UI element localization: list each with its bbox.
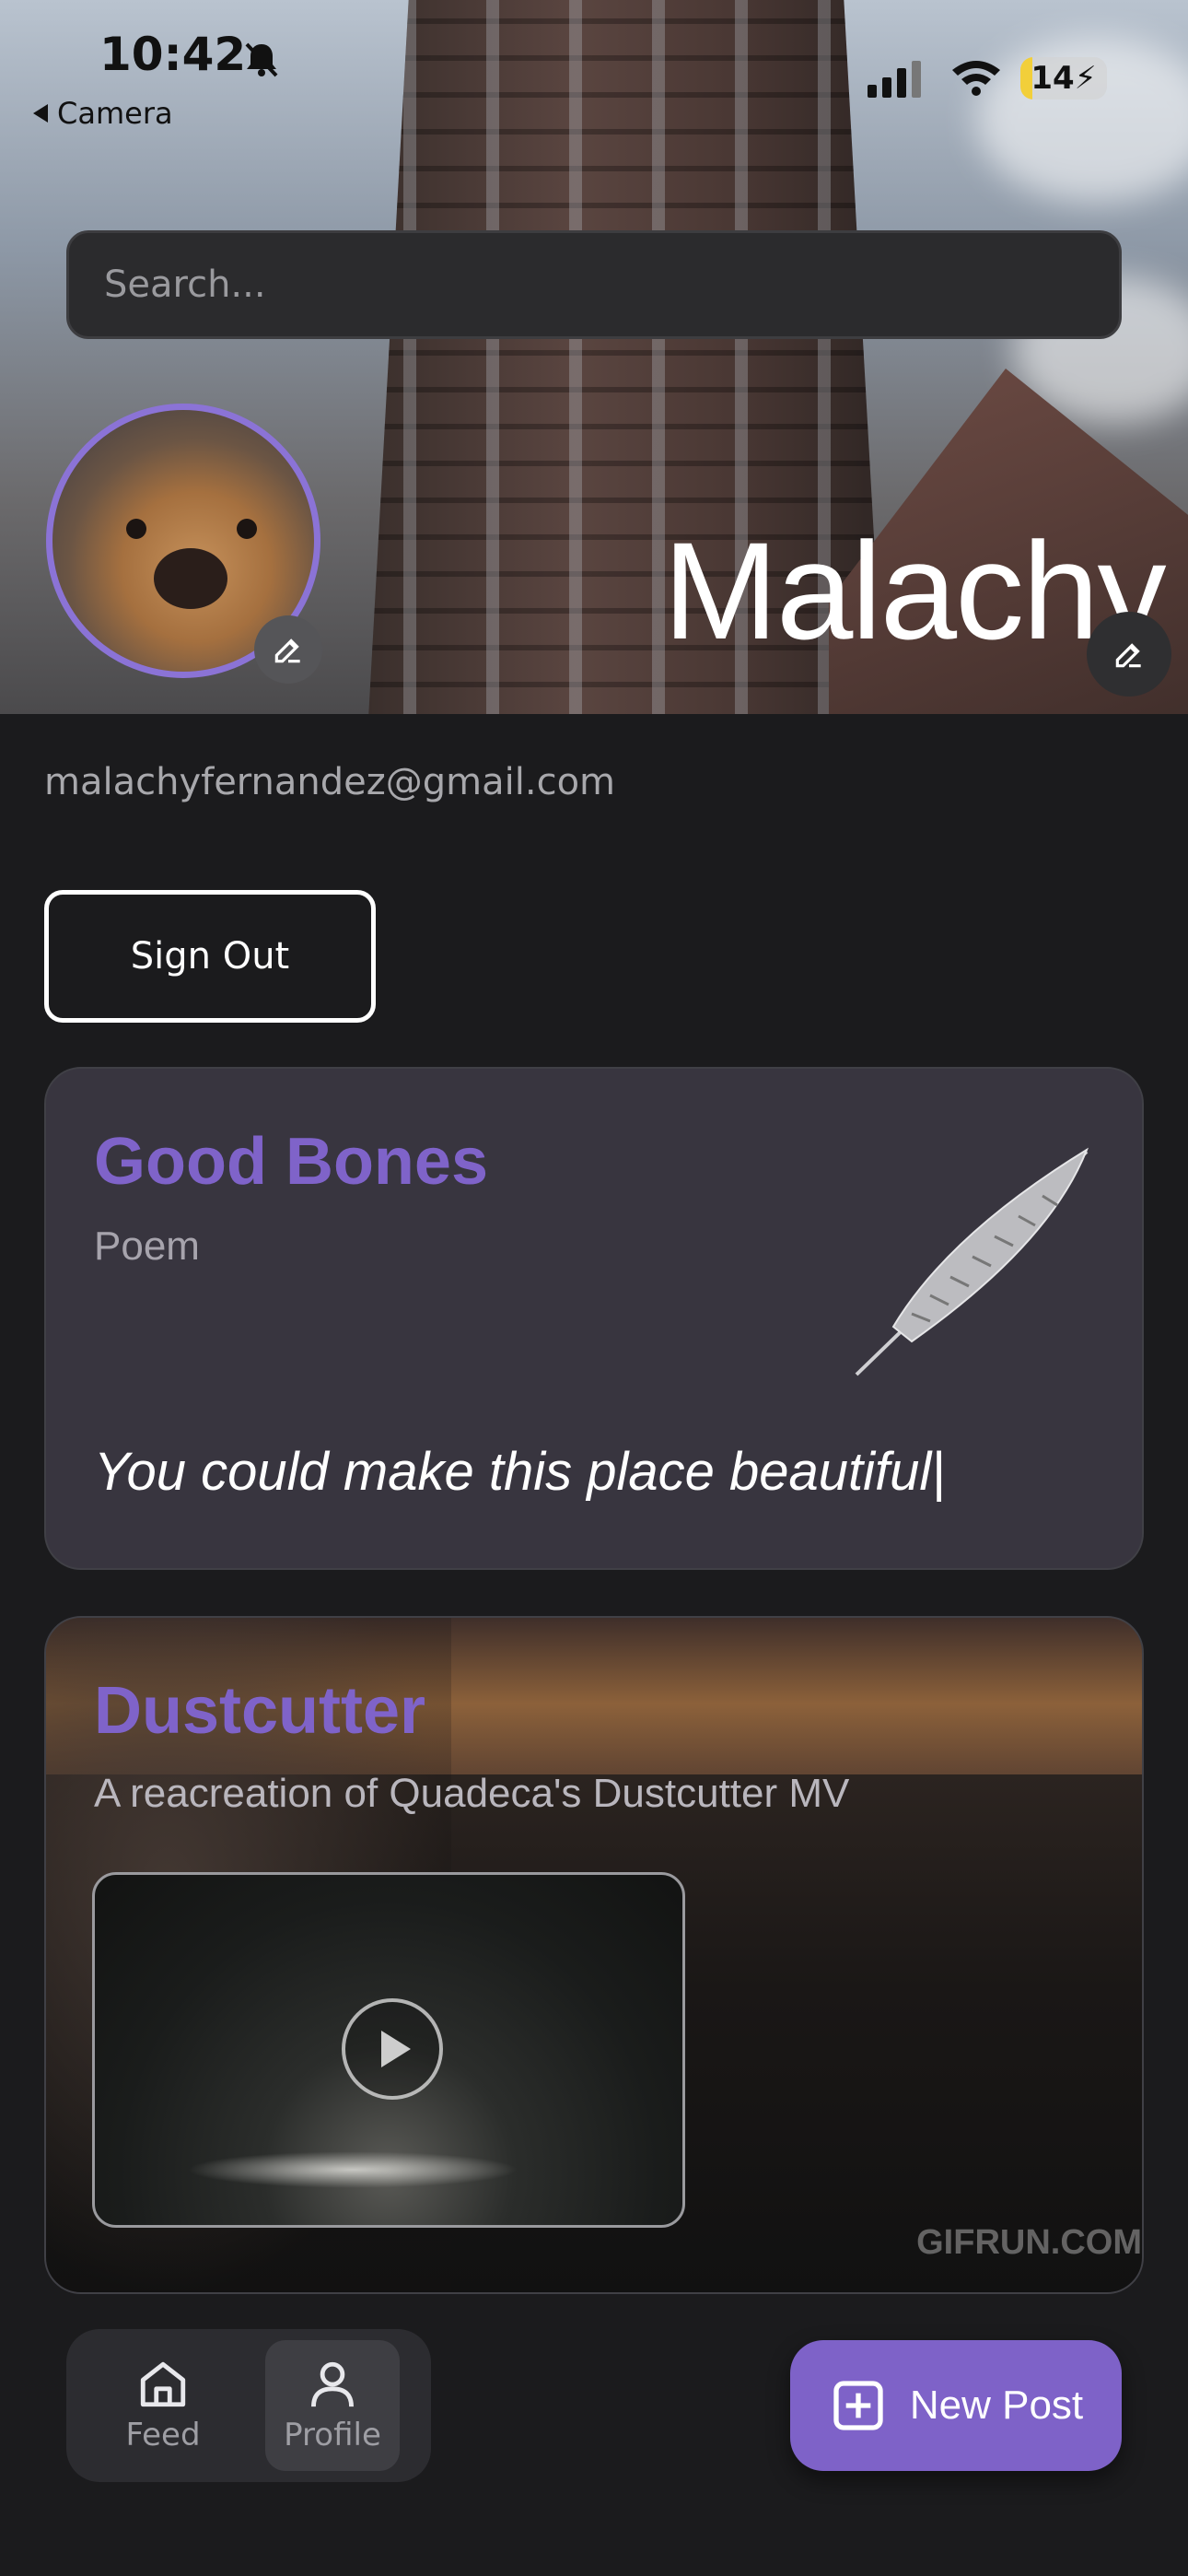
post-excerpt: You could make this place beautiful| xyxy=(94,1442,946,1502)
back-app-label: Camera xyxy=(57,96,173,131)
edit-icon xyxy=(1115,643,1141,668)
new-post-label: New Post xyxy=(909,2383,1084,2428)
person-icon xyxy=(311,2361,354,2407)
profile-banner: 10:42 Camera 14 ⚡ Search... Malachy xyxy=(0,0,1188,714)
profile-email: malachyfernandez@gmail.com xyxy=(44,761,615,803)
video-thumbnail[interactable] xyxy=(92,1872,685,2228)
add-square-icon xyxy=(833,2381,883,2430)
new-post-button[interactable]: New Post xyxy=(790,2340,1122,2471)
video-scene-light xyxy=(187,2151,518,2188)
post-subtitle: A reacreation of Quadeca's Dustcutter MV xyxy=(94,1771,850,1816)
back-to-camera-link[interactable]: Camera xyxy=(33,96,173,131)
play-icon xyxy=(381,2031,411,2067)
quill-icon xyxy=(855,1147,1089,1376)
tab-feed[interactable]: Feed xyxy=(96,2340,230,2471)
edit-name-button[interactable] xyxy=(1087,612,1171,697)
play-button[interactable] xyxy=(342,1998,443,2100)
tab-profile[interactable]: Profile xyxy=(265,2340,400,2471)
edit-icon xyxy=(274,638,300,663)
tab-profile-label: Profile xyxy=(284,2417,381,2453)
post-title: Good Bones xyxy=(94,1125,488,1199)
cell-signal-icon xyxy=(868,61,921,98)
bottom-tab-bar: Feed Profile xyxy=(66,2329,431,2482)
post-card[interactable]: Dustcutter A reacreation of Quadeca's Du… xyxy=(44,1616,1144,2294)
sign-out-button[interactable]: Sign Out xyxy=(44,890,376,1023)
wifi-icon xyxy=(952,61,1000,96)
post-subtitle: Poem xyxy=(94,1224,200,1269)
post-card[interactable]: Good Bones Poem You could make this plac… xyxy=(44,1067,1144,1570)
status-bar: 10:42 Camera 14 ⚡ xyxy=(0,0,1188,138)
post-title: Dustcutter xyxy=(94,1674,426,1748)
home-icon xyxy=(140,2361,186,2407)
search-bar[interactable] xyxy=(66,230,1122,339)
edit-avatar-button[interactable] xyxy=(254,615,322,684)
tab-feed-label: Feed xyxy=(125,2417,201,2453)
battery-label: 14 ⚡ xyxy=(1031,60,1097,97)
gif-watermark: GIFRUN.COM xyxy=(916,2223,1142,2262)
search-input[interactable] xyxy=(104,233,1119,336)
back-arrow-icon xyxy=(33,104,48,123)
bell-muted-icon xyxy=(245,42,278,77)
status-time: 10:42 xyxy=(99,28,247,81)
battery-indicator: 14 ⚡ xyxy=(1020,57,1107,100)
